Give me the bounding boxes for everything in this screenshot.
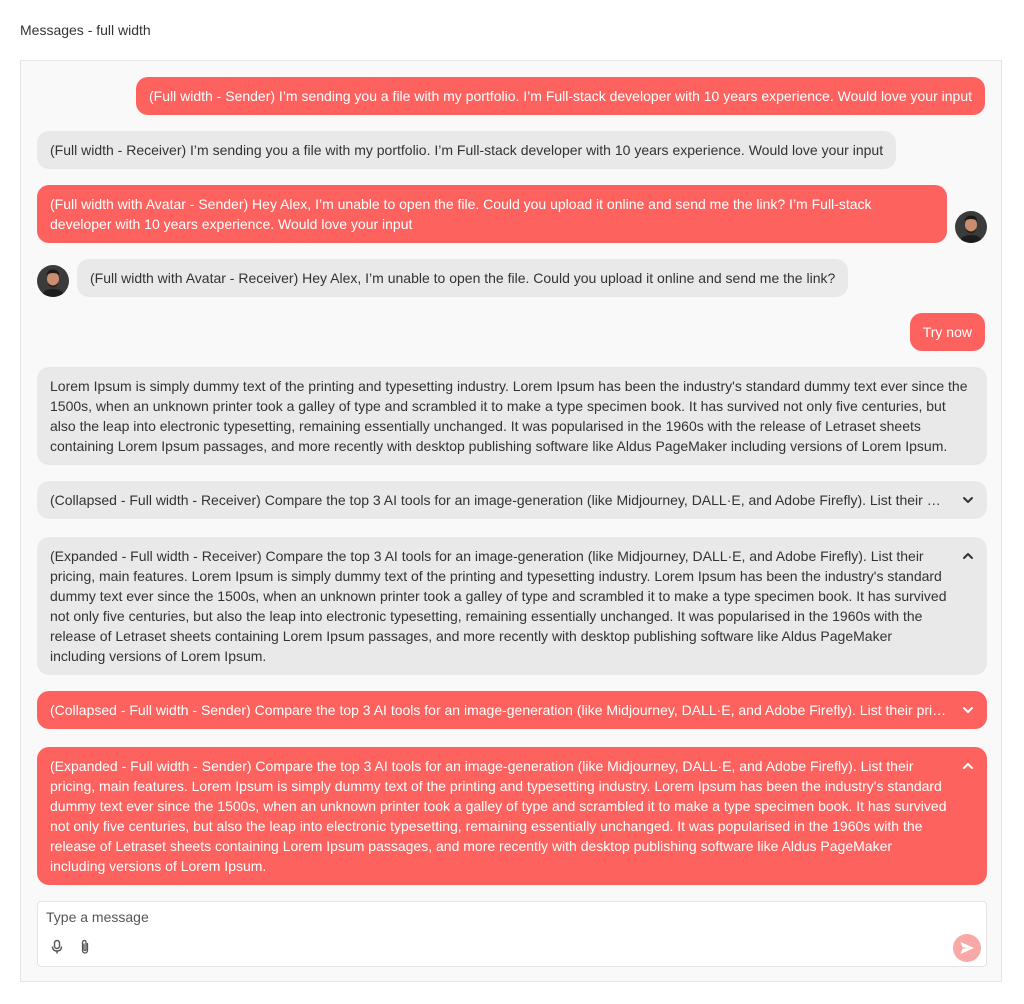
message-text: Lorem Ipsum is simply dummy text of the … — [50, 378, 968, 454]
message-bubble-sender: (Full width - Sender) I’m sending you a … — [136, 77, 985, 115]
message-text: (Expanded - Full width - Receiver) Compa… — [50, 548, 947, 664]
expandable-message-receiver[interactable]: (Expanded - Full width - Receiver) Compa… — [37, 537, 987, 675]
message-text: Try now — [922, 324, 972, 340]
message-bubble-receiver: Lorem Ipsum is simply dummy text of the … — [37, 367, 987, 465]
chevron-down-icon[interactable] — [961, 493, 975, 507]
message-text: (Full width - Sender) I’m sending you a … — [149, 88, 972, 104]
collapsible-message-sender[interactable]: (Collapsed - Full width - Sender) Compar… — [37, 691, 987, 729]
send-button[interactable] — [953, 934, 981, 962]
message-text: (Expanded - Full width - Sender) Compare… — [50, 758, 947, 874]
message-bubble-sender: Try now — [909, 313, 985, 351]
collapsible-message-receiver[interactable]: (Collapsed - Full width - Receiver) Comp… — [37, 481, 987, 519]
chevron-down-icon[interactable] — [961, 703, 975, 717]
message-input[interactable] — [46, 908, 926, 926]
microphone-icon[interactable] — [49, 939, 65, 955]
message-bubble-receiver-with-avatar: (Full width with Avatar - Receiver) Hey … — [77, 259, 849, 297]
chevron-up-icon[interactable] — [961, 759, 975, 773]
send-icon — [960, 942, 974, 954]
avatar — [37, 265, 69, 297]
message-bubble-sender-with-avatar: (Full width with Avatar - Sender) Hey Al… — [37, 185, 947, 243]
message-composer — [37, 901, 987, 967]
message-text: (Full width - Receiver) I’m sending you … — [50, 142, 884, 158]
page-title: Messages - full width — [20, 22, 151, 38]
message-text: (Full width with Avatar - Receiver) Hey … — [90, 270, 836, 286]
expandable-message-sender[interactable]: (Expanded - Full width - Sender) Compare… — [37, 747, 987, 885]
message-text: (Collapsed - Full width - Sender) Compar… — [50, 702, 947, 718]
message-text: (Collapsed - Full width - Receiver) Comp… — [50, 492, 947, 508]
avatar — [955, 211, 987, 243]
paperclip-icon[interactable] — [77, 939, 93, 955]
chevron-up-icon[interactable] — [961, 549, 975, 563]
message-bubble-receiver: (Full width - Receiver) I’m sending you … — [37, 131, 897, 169]
message-text: (Full width with Avatar - Sender) Hey Al… — [50, 196, 872, 232]
chat-container: (Full width - Sender) I’m sending you a … — [20, 60, 1002, 982]
